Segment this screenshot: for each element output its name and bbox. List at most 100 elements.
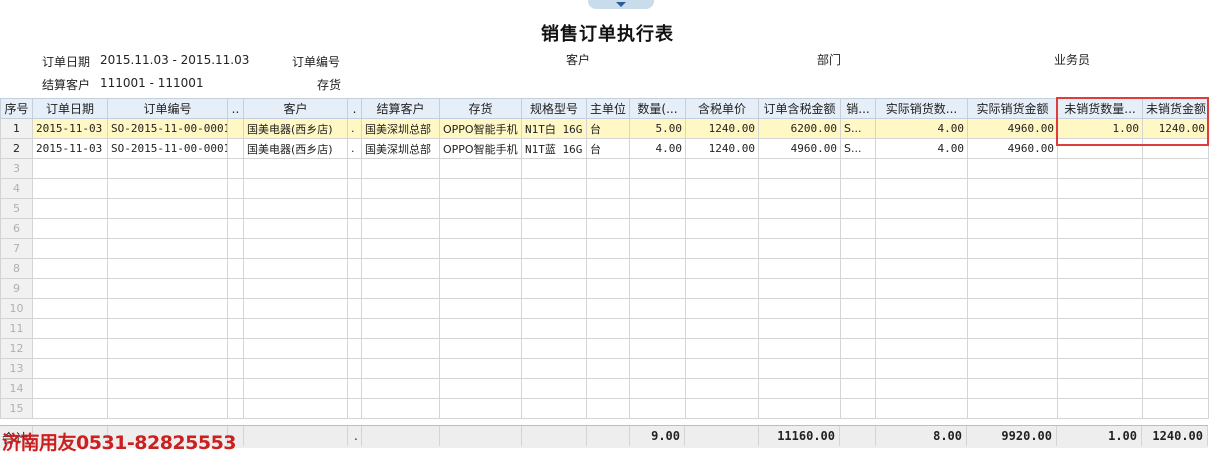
table-cell[interactable] bbox=[685, 318, 759, 339]
table-cell[interactable] bbox=[1142, 198, 1209, 219]
table-cell[interactable] bbox=[439, 298, 522, 319]
table-cell[interactable] bbox=[361, 178, 440, 199]
table-cell[interactable] bbox=[347, 318, 362, 339]
table-cell[interactable]: 4.00 bbox=[875, 118, 968, 139]
table-cell[interactable] bbox=[685, 258, 759, 279]
col-header-seq[interactable]: 序号 bbox=[0, 98, 33, 119]
table-cell[interactable] bbox=[840, 238, 876, 259]
table-cell[interactable] bbox=[227, 338, 244, 359]
table-cell[interactable] bbox=[227, 298, 244, 319]
table-cell[interactable] bbox=[758, 178, 841, 199]
table-cell[interactable] bbox=[227, 398, 244, 419]
table-cell[interactable]: 1240.00 bbox=[685, 118, 759, 139]
row-number[interactable]: 15 bbox=[0, 398, 33, 419]
table-cell[interactable] bbox=[875, 398, 968, 419]
table-cell[interactable] bbox=[32, 198, 108, 219]
table-cell[interactable] bbox=[1142, 358, 1209, 379]
table-cell[interactable] bbox=[685, 198, 759, 219]
table-cell[interactable] bbox=[685, 358, 759, 379]
table-cell[interactable] bbox=[967, 358, 1058, 379]
table-cell[interactable]: 2015-11-03 bbox=[32, 138, 108, 159]
table-cell[interactable] bbox=[361, 318, 440, 339]
table-cell[interactable] bbox=[758, 238, 841, 259]
table-cell[interactable] bbox=[629, 398, 686, 419]
table-cell[interactable] bbox=[629, 258, 686, 279]
table-cell[interactable] bbox=[439, 278, 522, 299]
table-cell[interactable] bbox=[347, 158, 362, 179]
table-cell[interactable] bbox=[629, 358, 686, 379]
table-cell[interactable] bbox=[227, 258, 244, 279]
table-cell[interactable] bbox=[1142, 338, 1209, 359]
col-header-settle-customer[interactable]: 结算客户 bbox=[361, 98, 440, 119]
table-cell[interactable] bbox=[439, 398, 522, 419]
table-cell[interactable] bbox=[1142, 298, 1209, 319]
table-cell[interactable] bbox=[1057, 338, 1143, 359]
table-cell[interactable]: 1 bbox=[0, 118, 33, 139]
table-cell[interactable] bbox=[361, 198, 440, 219]
table-cell[interactable] bbox=[685, 398, 759, 419]
table-cell[interactable] bbox=[107, 398, 228, 419]
table-cell[interactable] bbox=[32, 398, 108, 419]
table-cell[interactable] bbox=[685, 158, 759, 179]
table-cell[interactable] bbox=[875, 158, 968, 179]
table-cell[interactable]: SO-2015-11-00-0001 bbox=[107, 118, 228, 139]
table-cell[interactable]: OPPO智能手机 bbox=[439, 138, 522, 159]
table-cell[interactable] bbox=[32, 318, 108, 339]
empty-row[interactable]: 5 bbox=[0, 198, 1209, 219]
table-cell[interactable] bbox=[439, 338, 522, 359]
empty-row[interactable]: 15 bbox=[0, 398, 1209, 419]
row-number[interactable]: 14 bbox=[0, 378, 33, 399]
table-cell[interactable] bbox=[439, 238, 522, 259]
table-cell[interactable] bbox=[439, 258, 522, 279]
table-cell[interactable] bbox=[1142, 158, 1209, 179]
table-cell[interactable] bbox=[243, 198, 348, 219]
table-cell[interactable] bbox=[32, 298, 108, 319]
table-cell[interactable] bbox=[840, 398, 876, 419]
table-cell[interactable] bbox=[1057, 238, 1143, 259]
table-cell[interactable] bbox=[347, 378, 362, 399]
table-cell[interactable] bbox=[840, 158, 876, 179]
col-header-actual-amount[interactable]: 实际销货金额 bbox=[967, 98, 1058, 119]
table-cell[interactable]: 5.00 bbox=[629, 118, 686, 139]
table-cell[interactable] bbox=[347, 298, 362, 319]
table-cell[interactable] bbox=[875, 318, 968, 339]
table-cell[interactable] bbox=[967, 178, 1058, 199]
table-cell[interactable] bbox=[758, 198, 841, 219]
col-header-inventory[interactable]: 存货 bbox=[439, 98, 522, 119]
col-header-order-no[interactable]: 订单编号 bbox=[107, 98, 228, 119]
table-cell[interactable] bbox=[586, 198, 630, 219]
table-cell[interactable] bbox=[107, 378, 228, 399]
col-header-quantity[interactable]: 数量(... bbox=[629, 98, 686, 119]
row-number[interactable]: 12 bbox=[0, 338, 33, 359]
table-cell[interactable] bbox=[439, 318, 522, 339]
table-cell[interactable] bbox=[967, 218, 1058, 239]
table-cell[interactable] bbox=[243, 378, 348, 399]
table-cell[interactable] bbox=[347, 278, 362, 299]
col-header-spec[interactable]: 规格型号 bbox=[521, 98, 587, 119]
table-cell[interactable]: 6200.00 bbox=[758, 118, 841, 139]
table-cell[interactable]: OPPO智能手机 bbox=[439, 118, 522, 139]
table-cell[interactable] bbox=[875, 218, 968, 239]
table-cell[interactable] bbox=[107, 198, 228, 219]
row-number[interactable]: 7 bbox=[0, 238, 33, 259]
table-cell[interactable] bbox=[32, 218, 108, 239]
table-cell[interactable]: 1240.00 bbox=[685, 138, 759, 159]
table-cell[interactable] bbox=[243, 218, 348, 239]
col-header-customer[interactable]: 客户 bbox=[243, 98, 348, 119]
table-cell[interactable] bbox=[875, 278, 968, 299]
table-cell[interactable] bbox=[586, 158, 630, 179]
table-cell[interactable] bbox=[521, 258, 587, 279]
table-cell[interactable] bbox=[347, 238, 362, 259]
table-cell[interactable] bbox=[227, 378, 244, 399]
table-cell[interactable] bbox=[439, 378, 522, 399]
table-cell[interactable] bbox=[32, 178, 108, 199]
table-cell[interactable] bbox=[1057, 198, 1143, 219]
table-cell[interactable] bbox=[758, 298, 841, 319]
table-cell[interactable] bbox=[32, 238, 108, 259]
table-cell[interactable] bbox=[1057, 398, 1143, 419]
table-cell[interactable] bbox=[586, 178, 630, 199]
table-cell[interactable] bbox=[758, 218, 841, 239]
table-cell[interactable] bbox=[107, 258, 228, 279]
table-cell[interactable] bbox=[967, 238, 1058, 259]
table-cell[interactable] bbox=[586, 298, 630, 319]
